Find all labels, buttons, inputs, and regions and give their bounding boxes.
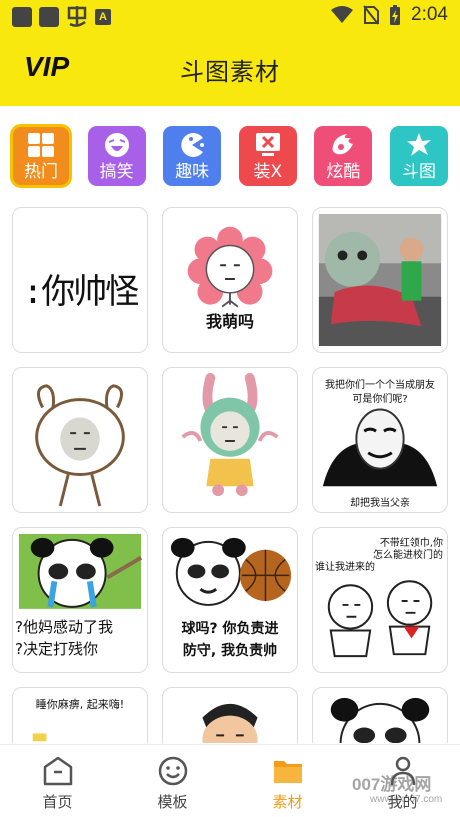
meme-card[interactable]: 睡你麻痹, 起来嗨! xyxy=(12,687,148,743)
category-meme-battle[interactable]: 斗图 xyxy=(389,126,448,186)
watermark-url: www.yx007.com xyxy=(370,794,443,805)
category-showoff[interactable]: 装X xyxy=(238,126,297,186)
meme-card[interactable]: 我萌吗 xyxy=(162,207,298,353)
watermark-text: 007游戏网 xyxy=(352,775,432,794)
meme-caption: 却把我当父亲 xyxy=(350,498,410,509)
notification-letter-icon: A xyxy=(95,9,111,25)
category-label: 热门 xyxy=(24,162,58,182)
category-interesting[interactable]: 趣味 xyxy=(163,126,222,186)
status-bar: A 2:04 xyxy=(0,0,460,34)
notification-square-icon xyxy=(39,7,59,27)
star-splash-icon xyxy=(406,133,431,156)
no-sim-icon xyxy=(363,5,380,25)
laugh-face-icon xyxy=(104,133,129,157)
meme-caption: 球吗? 你负责进 xyxy=(181,621,279,637)
smile-icon xyxy=(158,756,187,786)
bear-face-image xyxy=(35,384,125,507)
wake-up-image xyxy=(32,733,47,742)
meme-card[interactable]: 不带红领巾,你 怎么能进校门的 谁让我进来的 xyxy=(312,527,448,673)
meme-card[interactable]: 我把你们一个个当成朋友 可是你们呢? 却把我当父亲 xyxy=(312,367,448,513)
meme-card[interactable] xyxy=(312,687,448,743)
meme-grid: :你帅怪 我萌吗 我把你们一个个当成朋友 可是你们呢? 却把我当父亲 ?他妈感动… xyxy=(12,207,450,743)
nav-label: 模板 xyxy=(157,793,188,811)
yao-ming-face-image xyxy=(322,408,438,487)
category-label: 炫酷 xyxy=(326,162,361,182)
meme-card[interactable]: :你帅怪 xyxy=(12,207,148,353)
pacman-icon xyxy=(181,133,205,157)
app-header: VIP 斗图素材 xyxy=(0,34,460,106)
meme-card[interactable] xyxy=(162,687,298,743)
nav-home[interactable]: 首页 xyxy=(0,745,115,817)
page-title: 斗图素材 xyxy=(180,58,280,86)
clock: 2:04 xyxy=(411,4,448,25)
meme-card[interactable] xyxy=(162,367,298,513)
folder-icon xyxy=(273,761,302,783)
meme-card[interactable]: ?他妈感动了我 ?决定打残你 xyxy=(12,527,148,673)
category-hot[interactable]: 热门 xyxy=(10,124,72,188)
watermark: 007游戏网 www.yx007.com xyxy=(352,770,442,805)
home-icon xyxy=(43,756,72,786)
screen-x-icon xyxy=(255,133,280,156)
panda-lift-photo xyxy=(318,213,442,347)
nav-templates[interactable]: 模板 xyxy=(115,745,230,817)
notification-square-icon xyxy=(12,7,32,27)
battery-charging-icon xyxy=(390,5,401,25)
meme-caption: 我萌吗 xyxy=(205,312,254,331)
man-face-image xyxy=(202,703,258,743)
nav-label: 素材 xyxy=(272,793,303,811)
meme-card[interactable] xyxy=(312,207,448,353)
meme-caption: ?决定打残你 xyxy=(15,640,98,658)
nav-materials[interactable]: 素材 xyxy=(230,745,345,817)
app-notification-icon xyxy=(66,6,88,28)
bunny-face-image xyxy=(181,373,279,497)
flame-icon xyxy=(332,134,354,155)
panda-face-image xyxy=(330,697,430,743)
category-label: 趣味 xyxy=(175,162,210,182)
category-label: 斗图 xyxy=(401,162,436,182)
two-pandas-image xyxy=(327,580,433,658)
category-bar: 热门 搞笑 趣味 装X 炫酷 斗图 xyxy=(10,124,448,188)
meme-card[interactable]: 球吗? 你负责进 防守, 我负责帅 xyxy=(162,527,298,673)
meme-caption: 防守, 我负责帅 xyxy=(182,643,278,659)
wifi-icon xyxy=(331,6,354,23)
meme-caption: ?他妈感动了我 xyxy=(15,618,113,636)
grid-icon xyxy=(28,133,54,157)
category-label: 装X xyxy=(253,162,283,182)
meme-card[interactable] xyxy=(12,367,148,513)
nav-label: 首页 xyxy=(42,793,73,811)
category-cool[interactable]: 炫酷 xyxy=(314,126,373,186)
meme-caption: :你帅怪 xyxy=(22,272,139,312)
category-label: 搞笑 xyxy=(99,162,134,182)
category-funny[interactable]: 搞笑 xyxy=(87,126,146,186)
